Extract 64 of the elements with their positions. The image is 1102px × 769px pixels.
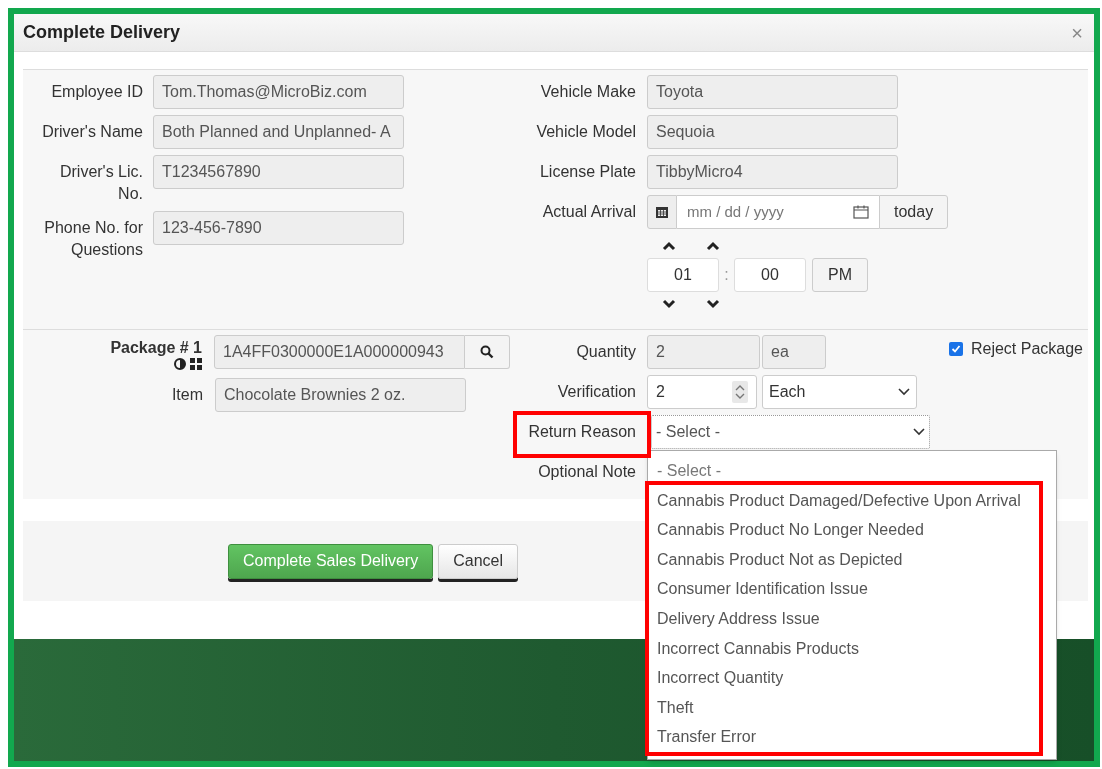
checkbox[interactable]: [948, 342, 963, 356]
spinner-icon[interactable]: [732, 381, 748, 403]
unit-field[interactable]: ea: [762, 335, 826, 369]
dropdown-option[interactable]: - Select -: [657, 461, 721, 481]
input-field[interactable]: 123-456-7890: [153, 211, 404, 245]
unit-select[interactable]: Each: [762, 375, 917, 409]
calendar-addon[interactable]: [647, 195, 677, 229]
checkbox-label: Reject Package: [970, 339, 1083, 359]
calendar-icon: [656, 206, 668, 218]
field-label: Quantity: [575, 342, 636, 362]
input-field[interactable]: T1234567890: [153, 155, 404, 189]
time-separator: :: [723, 265, 730, 285]
input-field[interactable]: Sequoia: [647, 115, 898, 149]
caret-icon: [913, 428, 925, 436]
dropdown-option[interactable]: Incorrect Quantity: [657, 668, 784, 689]
minute-input[interactable]: 00: [734, 258, 806, 292]
meridiem-button[interactable]: PM: [812, 258, 868, 292]
field-label: Vehicle Make: [539, 82, 636, 102]
field-label: Item: [170, 385, 203, 405]
dropdown-option[interactable]: Delivery Address Issue: [657, 608, 820, 629]
package-label: Package # 1: [110, 339, 202, 357]
chevron-up-icon[interactable]: [706, 241, 720, 251]
field-label: License Plate: [538, 162, 636, 182]
cancel-button[interactable]: Cancel: [438, 543, 518, 579]
dropdown-option[interactable]: Cannabis Product Not as Depicted: [657, 549, 903, 570]
chevron-down-icon[interactable]: [662, 299, 676, 309]
dropdown-option[interactable]: Consumer Identification Issue: [657, 579, 868, 600]
return-reason-select[interactable]: - Select -: [651, 415, 930, 449]
verification-value: 2: [656, 382, 665, 402]
field-label: Phone No. for Questions: [43, 218, 143, 260]
input-field[interactable]: 1A4FF0300000E1A000000943: [214, 335, 465, 369]
input-field[interactable]: TibbyMicro4: [647, 155, 898, 189]
chevron-down-icon[interactable]: [706, 299, 720, 309]
field-label: Vehicle Model: [535, 122, 636, 142]
input-field[interactable]: Toyota: [647, 75, 898, 109]
grid-icon[interactable]: [190, 358, 202, 370]
input-field[interactable]: Tom.Thomas@MicroBiz.com: [153, 75, 404, 109]
chevron-up-icon[interactable]: [662, 241, 676, 251]
dropdown-option[interactable]: Transfer Error: [657, 727, 756, 748]
search-button[interactable]: [465, 335, 510, 369]
field-label: Return Reason: [527, 422, 636, 442]
dropdown-option[interactable]: Theft: [657, 697, 694, 718]
field-label: Verification: [556, 382, 636, 402]
hour-input[interactable]: 01: [647, 258, 719, 292]
date-placeholder: mm / dd / yyyy: [687, 201, 784, 222]
caret-icon: [898, 388, 910, 396]
field-label: Optional Note: [537, 462, 636, 482]
search-icon: [480, 345, 494, 359]
field-label: Driver's Lic. No.: [58, 162, 143, 204]
field-label: Employee ID: [50, 82, 143, 102]
date-input[interactable]: mm / dd / yyyy: [677, 195, 879, 229]
dialog-title: Complete Delivery: [23, 21, 181, 44]
number-input[interactable]: 2: [647, 375, 757, 409]
calendar-icon[interactable]: [853, 205, 869, 219]
field-label: Actual Arrival: [541, 202, 636, 222]
input-field[interactable]: Chocolate Brownies 2 oz.: [215, 378, 466, 412]
input-field[interactable]: Both Planned and Unplanned- A: [153, 115, 404, 149]
input-field[interactable]: 2: [647, 335, 760, 369]
contrast-icon[interactable]: [174, 358, 186, 370]
dropdown-option[interactable]: Cannabis Product No Longer Needed: [657, 520, 924, 541]
dropdown-option[interactable]: Cannabis Product Damaged/Defective Upon Arrival: [657, 490, 1021, 511]
today-button[interactable]: today: [879, 195, 949, 229]
field-label: Driver's Name: [41, 122, 143, 142]
dropdown-option[interactable]: Incorrect Cannabis Products: [657, 638, 859, 659]
